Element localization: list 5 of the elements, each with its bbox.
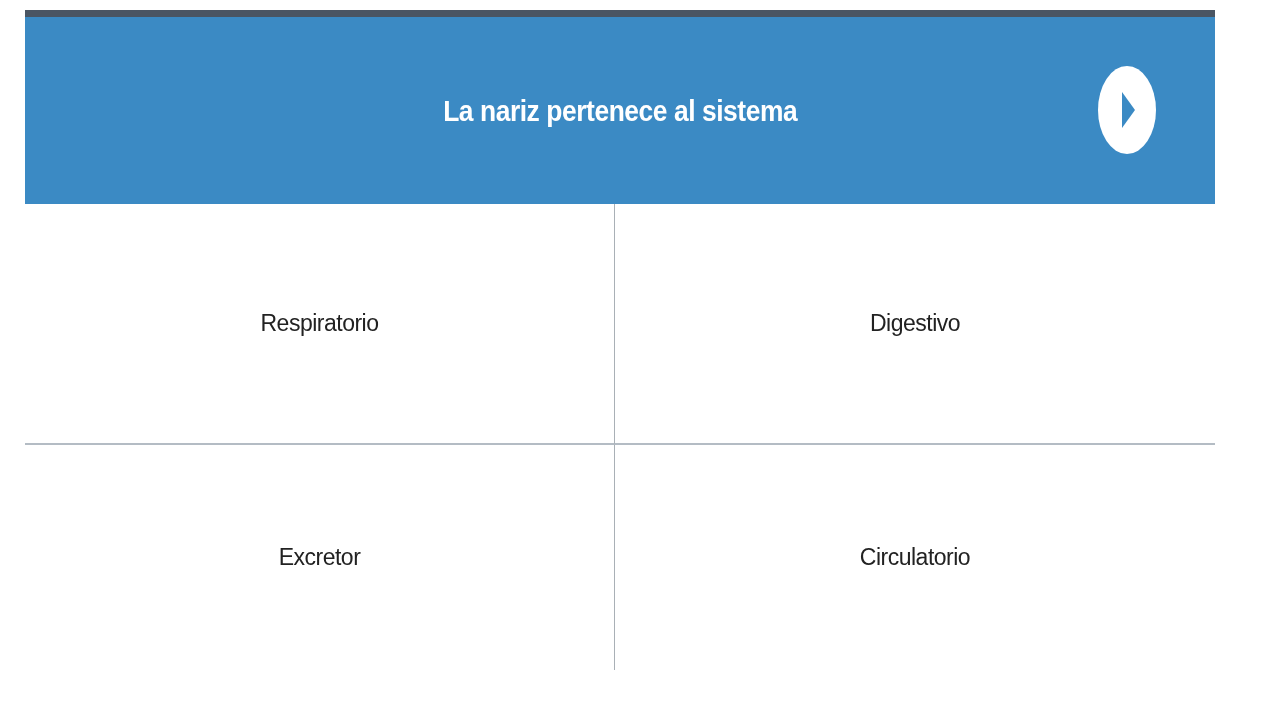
next-button[interactable]: [1097, 65, 1157, 155]
answer-option[interactable]: Digestivo: [614, 204, 1215, 445]
question-title: La nariz pertenece al sistema: [442, 93, 798, 128]
play-icon: [1097, 65, 1157, 155]
answer-option[interactable]: Circulatorio: [614, 445, 1215, 670]
